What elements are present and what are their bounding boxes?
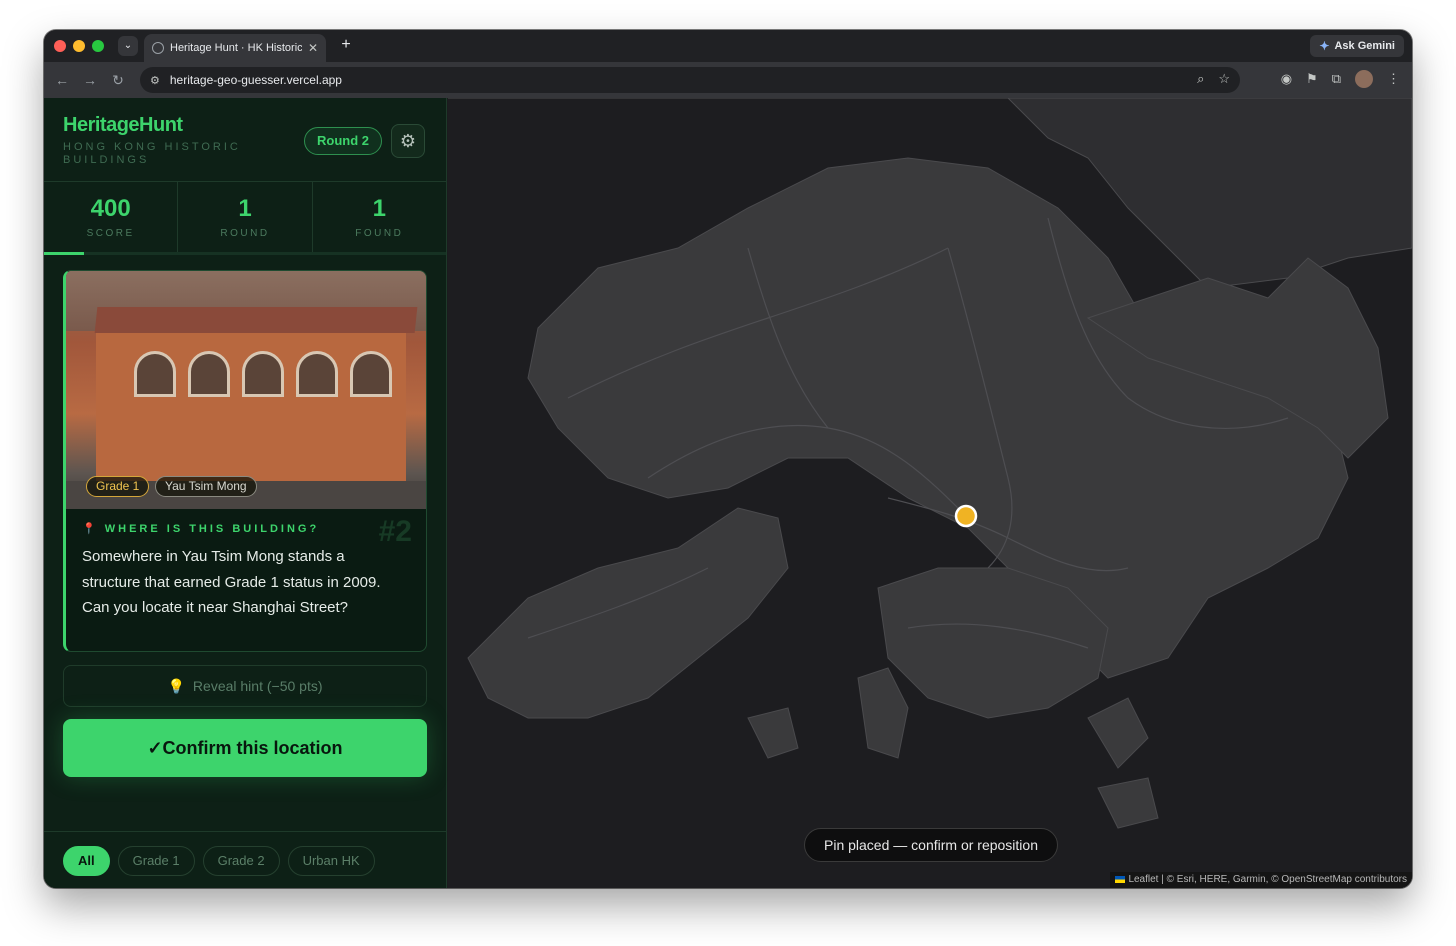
district-tag: Yau Tsim Mong [155,476,257,497]
filter-urban-hk[interactable]: Urban HK [287,846,375,876]
question-label-text: WHERE IS THIS BUILDING? [104,523,320,535]
password-manager-icon[interactable]: ◉ [1281,71,1292,87]
stat-score: 400 SCORE [44,182,179,252]
new-tab-button[interactable]: + [336,36,356,54]
site-info-icon[interactable]: ⚙ [150,74,160,87]
browser-window: ⌄ Heritage Hunt · HK Historic B ✕ + ✦ As… [44,30,1412,888]
forward-arrow-icon[interactable]: → [80,70,100,90]
close-window-button[interactable] [54,40,66,52]
close-tab-icon[interactable]: ✕ [308,41,318,55]
filter-grade-2[interactable]: Grade 2 [202,846,280,876]
round-label: ROUND [220,228,270,239]
address-bar[interactable]: ⚙ heritage-geo-guesser.vercel.app ⌕ ☆ [140,67,1240,93]
filter-grade-1[interactable]: Grade 1 [117,846,195,876]
map-attribution: Leaflet | © Esri, HERE, Garmin, © OpenSt… [1110,872,1412,888]
bookmark-star-icon[interactable]: ☆ [1218,71,1230,87]
tab-search-icon[interactable]: ⌄ [118,36,138,56]
leaflet-link[interactable]: Leaflet [1128,874,1158,885]
back-arrow-icon[interactable]: ← [52,70,72,90]
settings-gear-icon[interactable]: ⚙ [391,124,425,158]
browser-toolbar: ← → ↻ ⚙ heritage-geo-guesser.vercel.app … [44,62,1412,98]
game-progress-bar [44,252,446,255]
stat-round: 1 ROUND [178,182,313,252]
question-text: Somewhere in Yau Tsim Mong stands a stru… [82,548,381,616]
gemini-spark-icon: ✦ [1319,39,1330,53]
zoom-icon[interactable]: ⌕ [1197,71,1204,87]
tab-bar: ⌄ Heritage Hunt · HK Historic B ✕ + ✦ As… [44,30,1412,62]
filter-all[interactable]: All [63,846,110,876]
score-label: SCORE [86,228,135,239]
placed-pin-marker[interactable] [954,504,978,528]
url-text: heritage-geo-guesser.vercel.app [169,73,342,87]
lightbulb-icon: 💡 [167,678,185,694]
maximize-window-button[interactable] [92,40,104,52]
map-canvas[interactable]: Pin placed — confirm or reposition Leafl… [448,98,1412,888]
game-progress-fill [44,252,85,255]
found-label: FOUND [355,228,404,239]
grade-tag: Grade 1 [86,476,150,497]
tab-title: Heritage Hunt · HK Historic B [170,42,302,54]
reload-icon[interactable]: ↻ [108,70,128,90]
grade-filter-bar: All Grade 1 Grade 2 Urban HK [44,831,446,888]
game-sidebar: HeritageHunt HONG KONG HISTORIC BUILDING… [44,98,447,888]
map-pin-icon: 📍 [82,523,99,535]
page-content: HeritageHunt HONG KONG HISTORIC BUILDING… [44,98,1412,888]
card-number: #2 [378,515,412,548]
confirm-location-button[interactable]: ✓Confirm this location [63,719,427,777]
more-menu-icon[interactable]: ⋮ [1387,71,1400,87]
browser-tab[interactable]: Heritage Hunt · HK Historic B ✕ [144,34,326,62]
pin-status-toast: Pin placed — confirm or reposition [804,828,1058,862]
reveal-hint-label: Reveal hint (−50 pts) [192,678,323,694]
found-value: 1 [372,195,386,222]
attribution-text: | © Esri, HERE, Garmin, © OpenStreetMap … [1158,874,1407,885]
map-tiles [448,98,1412,829]
question-label: 📍 WHERE IS THIS BUILDING? [82,522,319,535]
reveal-hint-button[interactable]: 💡 Reveal hint (−50 pts) [63,665,427,707]
profile-avatar[interactable] [1355,70,1373,88]
globe-icon [152,42,164,54]
stats-bar: 400 SCORE 1 ROUND 1 FOUND [44,181,446,253]
building-photo: Grade 1 Yau Tsim Mong [66,271,426,509]
ask-gemini-button[interactable]: ✦ Ask Gemini [1310,35,1404,57]
stat-found: 1 FOUND [313,182,446,252]
round-value: 1 [238,195,252,222]
extension-icon[interactable]: ⚑ [1306,71,1318,87]
app-title: HeritageHunt [63,114,183,136]
score-value: 400 [90,195,131,222]
brand: HeritageHunt HONG KONG HISTORIC BUILDING… [63,114,253,167]
ask-gemini-label: Ask Gemini [1334,40,1395,52]
building-card: Grade 1 Yau Tsim Mong 📍 WHERE IS THIS BU… [63,270,427,652]
round-badge: Round 2 [304,127,382,155]
minimize-window-button[interactable] [73,40,85,52]
ukraine-flag-icon [1115,875,1126,883]
extensions-puzzle-icon[interactable]: ⧉ [1332,71,1341,87]
app-subtitle: HONG KONG HISTORIC BUILDINGS [63,141,241,166]
